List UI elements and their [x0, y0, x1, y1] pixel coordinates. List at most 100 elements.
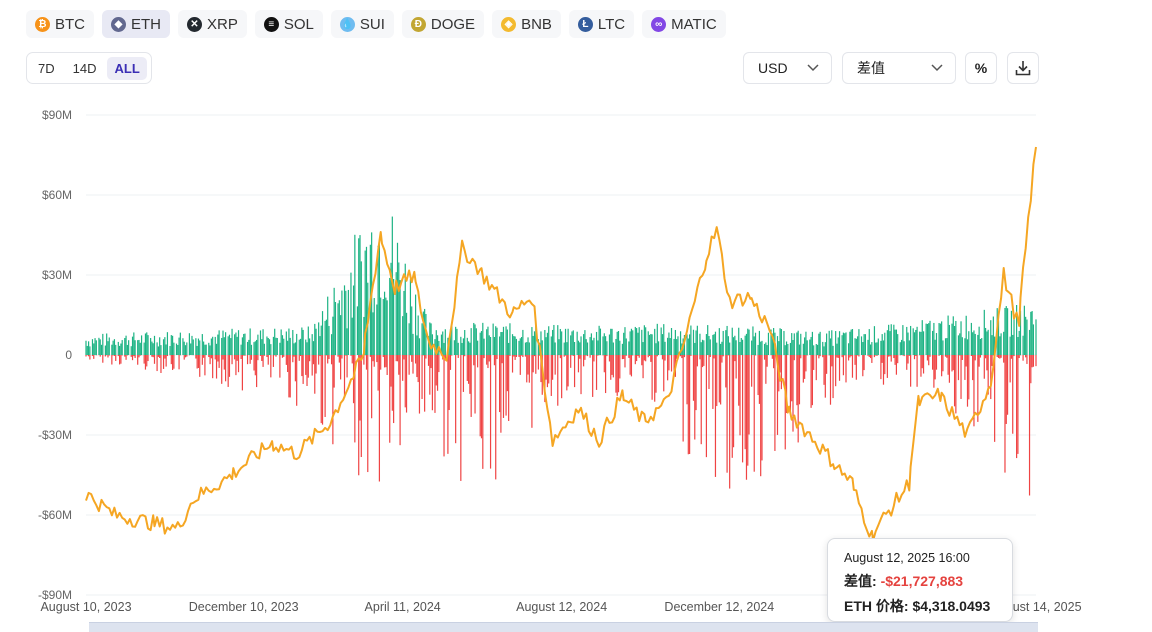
diff-bar-negative [781, 355, 782, 389]
diff-bar-positive [476, 328, 477, 355]
diff-bar-positive [955, 321, 956, 355]
diff-bar-positive [376, 305, 377, 355]
diff-bar-positive [397, 243, 398, 355]
diff-bar-positive [667, 338, 668, 355]
diff-bar-negative [521, 355, 522, 356]
diff-bar-negative [739, 355, 740, 435]
diff-bar-negative [948, 355, 949, 375]
diff-bar-negative [397, 355, 398, 361]
diff-bar-positive [577, 332, 578, 355]
diff-bar-positive [198, 339, 199, 355]
diff-bar-positive [221, 338, 222, 355]
diff-bar-positive [990, 320, 991, 355]
diff-bar-positive [237, 337, 238, 355]
diff-bar-negative [759, 355, 760, 404]
diff-bar-positive [605, 336, 606, 355]
diff-bar-positive [191, 336, 192, 355]
diff-bar-negative [761, 355, 762, 460]
diff-bar-positive [935, 340, 936, 355]
diff-bar-positive [927, 324, 928, 355]
diff-bar-negative [522, 355, 523, 357]
diff-bar-negative [568, 355, 569, 386]
diff-bar-negative [813, 355, 814, 370]
diff-bar-positive [1024, 306, 1025, 355]
diff-bar-positive [300, 339, 301, 355]
diff-bar-positive [664, 342, 665, 355]
diff-bar-negative [405, 355, 406, 407]
diff-bar-negative [914, 355, 915, 359]
diff-bar-positive [150, 338, 151, 355]
diff-bar-positive [922, 320, 923, 355]
diff-bar-negative [209, 355, 210, 364]
diff-bar-negative [166, 355, 167, 367]
diff-bar-positive [335, 302, 336, 355]
diff-bar-positive [706, 334, 707, 355]
diff-bar-negative [773, 355, 774, 368]
diff-bar-positive [661, 327, 662, 355]
diff-bar-positive [544, 330, 545, 355]
diff-bar-negative [946, 355, 947, 358]
diff-bar-positive [172, 336, 173, 355]
diff-bar-negative [726, 355, 727, 473]
diff-bar-positive [728, 336, 729, 355]
diff-bar-negative [216, 355, 217, 379]
diff-bar-positive [332, 317, 333, 355]
diff-bar-negative [392, 355, 393, 411]
diff-bar-positive [211, 338, 212, 355]
diff-bar-negative [985, 355, 986, 358]
diff-bar-negative [211, 355, 212, 358]
diff-bar-positive [561, 331, 562, 355]
diff-bar-positive [812, 332, 813, 355]
diff-bar-positive [639, 327, 640, 355]
diff-bar-negative [198, 355, 199, 368]
diff-bar-negative [100, 355, 101, 357]
diff-bar-negative [346, 355, 347, 377]
diff-bar-positive [522, 330, 523, 355]
diff-bar-negative [610, 355, 611, 380]
diff-bar-positive [754, 336, 755, 355]
diff-bar-positive [914, 332, 915, 355]
diff-bar-positive [564, 343, 565, 355]
diff-bar-positive [85, 341, 86, 355]
diff-bar-negative [1012, 355, 1013, 434]
diff-bar-negative [327, 355, 328, 363]
diff-bar-positive [164, 337, 165, 355]
diff-bar-negative [842, 355, 843, 357]
diff-bar-positive [124, 338, 125, 355]
diff-bar-negative [325, 355, 326, 417]
diff-bar-positive [953, 316, 954, 355]
diff-bar-positive [122, 340, 123, 355]
diff-bar-negative [628, 355, 629, 358]
diff-bar-negative [286, 355, 287, 365]
diff-bar-positive [346, 328, 347, 355]
diff-bar-positive [920, 332, 921, 355]
diff-bar-negative [606, 355, 607, 356]
diff-bar-negative [986, 355, 987, 370]
diff-bar-negative [799, 355, 800, 404]
diff-bar-positive [845, 332, 846, 355]
diff-bar-positive [981, 338, 982, 355]
diff-bar-positive [902, 325, 903, 355]
diff-bar-positive [701, 342, 702, 355]
diff-bar-negative [299, 355, 300, 361]
diff-bar-negative [889, 355, 890, 356]
diff-bar-negative [1022, 355, 1023, 361]
diff-bar-positive [606, 341, 607, 355]
diff-bar-negative [270, 355, 271, 377]
diff-bar-positive [655, 343, 656, 355]
diff-bar-negative [830, 355, 831, 405]
diff-bar-positive [274, 329, 275, 355]
diff-bar-positive [102, 334, 103, 355]
diff-bar-negative [107, 355, 108, 357]
diff-bar-positive [542, 340, 543, 355]
diff-bar-positive [587, 342, 588, 355]
diff-bar-positive [940, 324, 941, 355]
diff-bar-negative [693, 355, 694, 401]
diff-bar-positive [693, 330, 694, 355]
diff-bar-negative [838, 355, 839, 358]
diff-bar-positive [842, 335, 843, 355]
diff-bar-positive [137, 340, 138, 355]
diff-bar-positive [645, 327, 646, 355]
diff-bar-positive [611, 329, 612, 355]
diff-bar-negative [412, 355, 413, 374]
